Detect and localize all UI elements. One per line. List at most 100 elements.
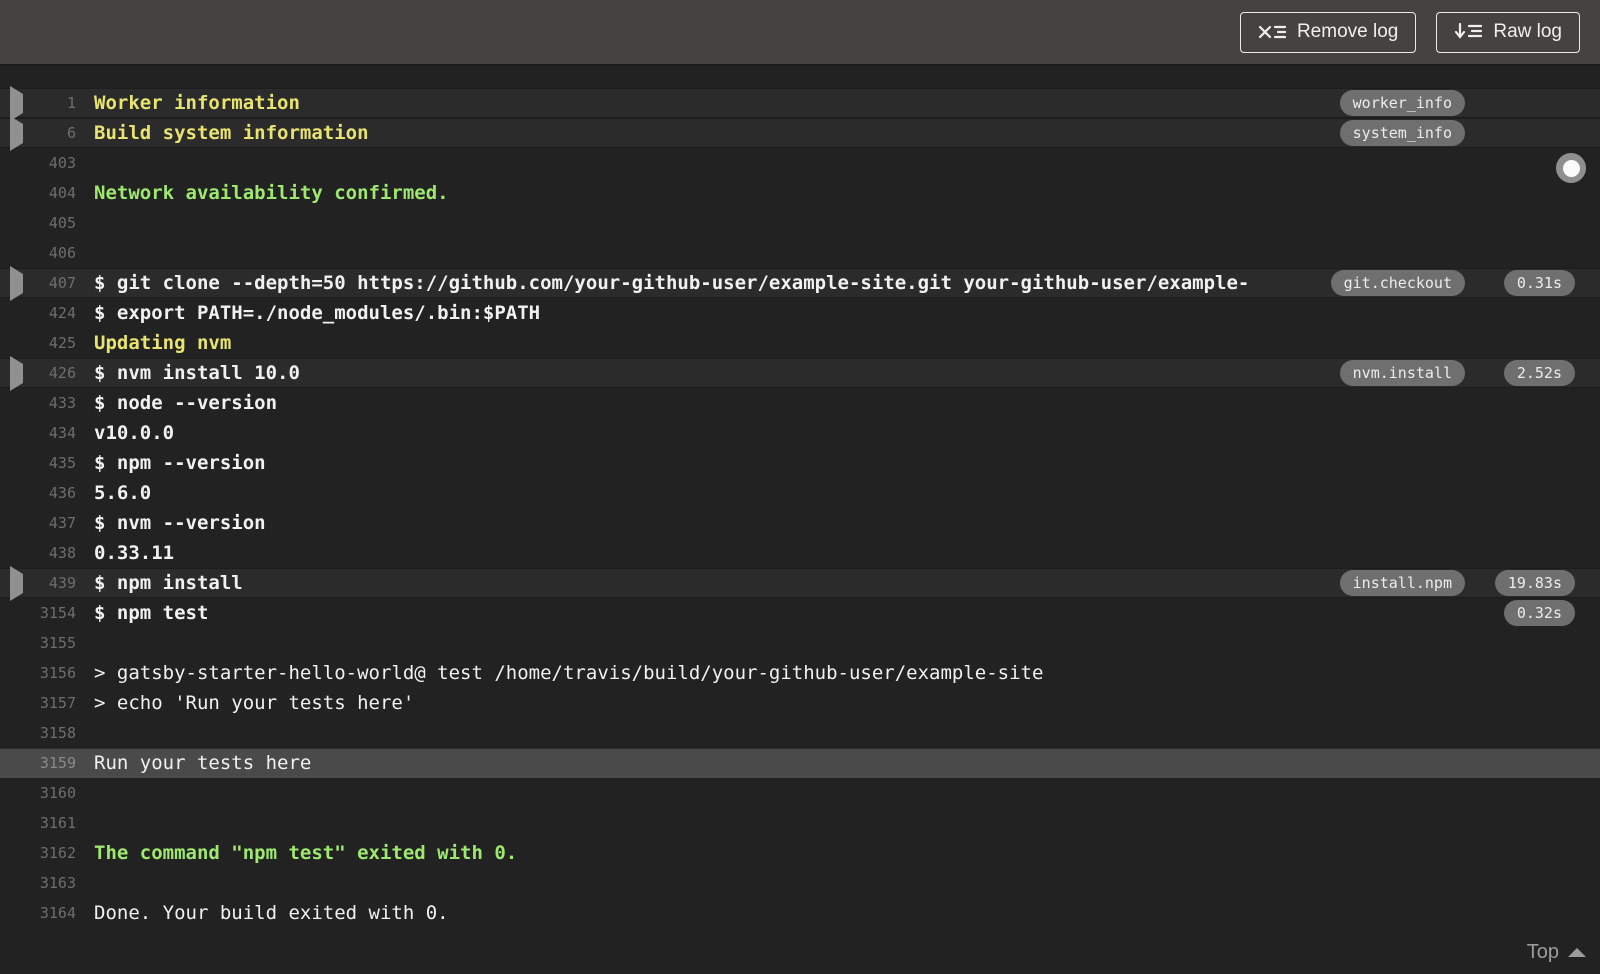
fold-toggle[interactable] bbox=[0, 184, 30, 203]
fold-toggle[interactable] bbox=[0, 634, 30, 653]
fold-toggle[interactable] bbox=[0, 334, 30, 353]
line-number[interactable]: 3156 bbox=[30, 664, 76, 682]
log-row: 3156 > gatsby-starter-hello-world@ test … bbox=[0, 658, 1600, 688]
fold-toggle[interactable] bbox=[0, 355, 30, 391]
log-line-text: Worker information bbox=[94, 92, 300, 114]
fold-toggle[interactable] bbox=[0, 844, 30, 863]
line-number[interactable]: 424 bbox=[30, 304, 76, 322]
log-row: 405 bbox=[0, 208, 1600, 238]
fold-toggle[interactable] bbox=[0, 694, 30, 713]
log-line-text: > gatsby-starter-hello-world@ test /home… bbox=[94, 662, 1044, 684]
fold-toggle[interactable] bbox=[0, 904, 30, 923]
line-number[interactable]: 406 bbox=[30, 244, 76, 262]
log-row: 1 Worker information worker_info bbox=[0, 85, 1600, 121]
log-row: 424 $ export PATH=./node_modules/.bin:$P… bbox=[0, 298, 1600, 328]
log-row: 433 $ node --version bbox=[0, 388, 1600, 418]
line-number[interactable]: 3162 bbox=[30, 844, 76, 862]
line-number[interactable]: 437 bbox=[30, 514, 76, 532]
log-row: 3154 $ npm test 0.32s bbox=[0, 598, 1600, 628]
fold-toggle[interactable] bbox=[0, 565, 30, 601]
log-row: 3157 > echo 'Run your tests here' bbox=[0, 688, 1600, 718]
raw-log-button[interactable]: Raw log bbox=[1436, 11, 1580, 53]
duration-badge: 0.32s bbox=[1503, 600, 1575, 626]
fold-toggle[interactable] bbox=[0, 514, 30, 533]
line-number[interactable]: 3158 bbox=[30, 724, 76, 742]
duration-slot: 0.32s bbox=[1495, 600, 1575, 626]
duration-badge: 0.31s bbox=[1503, 270, 1575, 296]
line-number[interactable]: 6 bbox=[30, 124, 76, 142]
log-row: 3162 The command "npm test" exited with … bbox=[0, 838, 1600, 868]
fold-tag-badge: worker_info bbox=[1339, 90, 1465, 116]
raw-log-label: Raw log bbox=[1493, 21, 1562, 42]
fold-toggle[interactable] bbox=[0, 664, 30, 683]
caret-right-icon bbox=[10, 115, 23, 151]
line-number[interactable]: 3154 bbox=[30, 604, 76, 622]
fold-toggle[interactable] bbox=[0, 484, 30, 503]
caret-right-icon bbox=[10, 265, 23, 301]
line-number[interactable]: 3161 bbox=[30, 814, 76, 832]
caret-up-icon bbox=[1568, 948, 1586, 957]
line-number[interactable]: 3159 bbox=[30, 754, 76, 772]
travis-log-page: { "toolbar": { "remove_log_label": "Remo… bbox=[0, 0, 1600, 974]
line-number[interactable]: 3155 bbox=[30, 634, 76, 652]
scroll-position-dot[interactable] bbox=[1556, 153, 1586, 183]
line-number[interactable]: 426 bbox=[30, 364, 76, 382]
line-number[interactable]: 3157 bbox=[30, 694, 76, 712]
line-number[interactable]: 405 bbox=[30, 214, 76, 232]
fold-toggle[interactable] bbox=[0, 454, 30, 473]
fold-toggle[interactable] bbox=[0, 544, 30, 563]
fold-toggle[interactable] bbox=[0, 85, 30, 121]
line-number[interactable]: 3160 bbox=[30, 784, 76, 802]
line-number[interactable]: 407 bbox=[30, 274, 76, 292]
fold-toggle[interactable] bbox=[0, 265, 30, 301]
fold-toggle[interactable] bbox=[0, 424, 30, 443]
fold-toggle[interactable] bbox=[0, 304, 30, 323]
log-line-text: $ npm --version bbox=[94, 452, 266, 474]
fold-toggle[interactable] bbox=[0, 724, 30, 743]
remove-log-button[interactable]: Remove log bbox=[1239, 11, 1417, 53]
line-number[interactable]: 433 bbox=[30, 394, 76, 412]
log-toolbar: Remove log Raw log bbox=[0, 0, 1600, 66]
line-number[interactable]: 3164 bbox=[30, 904, 76, 922]
log-line-text: Done. Your build exited with 0. bbox=[94, 902, 449, 924]
build-log: 1 Worker information worker_info 6 Build… bbox=[0, 66, 1600, 928]
line-number[interactable]: 403 bbox=[30, 154, 76, 172]
download-list-icon bbox=[1454, 22, 1483, 42]
log-row: 434 v10.0.0 bbox=[0, 418, 1600, 448]
scroll-to-top[interactable]: Top bbox=[1527, 941, 1586, 964]
fold-toggle[interactable] bbox=[0, 604, 30, 623]
log-row: 3159 Run your tests here bbox=[0, 748, 1600, 778]
fold-toggle[interactable] bbox=[0, 754, 30, 773]
line-number[interactable]: 434 bbox=[30, 424, 76, 442]
log-line-text: 5.6.0 bbox=[94, 482, 152, 504]
log-line-text: Network availability confirmed. bbox=[94, 182, 449, 204]
duration-badge: 2.52s bbox=[1503, 360, 1575, 386]
log-row: 3161 bbox=[0, 808, 1600, 838]
log-line-text: v10.0.0 bbox=[94, 422, 175, 444]
scroll-to-top-label: Top bbox=[1526, 941, 1559, 963]
fold-tag-badge: nvm.install bbox=[1339, 360, 1465, 386]
line-number[interactable]: 3163 bbox=[30, 874, 76, 892]
line-number[interactable]: 425 bbox=[30, 334, 76, 352]
fold-toggle[interactable] bbox=[0, 214, 30, 233]
line-number[interactable]: 435 bbox=[30, 454, 76, 472]
fold-toggle[interactable] bbox=[0, 874, 30, 893]
line-number[interactable]: 1 bbox=[30, 94, 76, 112]
line-number[interactable]: 439 bbox=[30, 574, 76, 592]
fold-toggle[interactable] bbox=[0, 154, 30, 173]
duration-badge: 19.83s bbox=[1494, 570, 1575, 596]
log-line-text: $ export PATH=./node_modules/.bin:$PATH bbox=[94, 302, 541, 324]
x-list-icon bbox=[1258, 23, 1286, 41]
log-line-text: $ node --version bbox=[94, 392, 278, 414]
fold-toggle[interactable] bbox=[0, 115, 30, 151]
fold-toggle[interactable] bbox=[0, 814, 30, 833]
fold-toggle[interactable] bbox=[0, 394, 30, 413]
log-row: 403 bbox=[0, 148, 1600, 178]
fold-toggle[interactable] bbox=[0, 784, 30, 803]
log-line-text: > echo 'Run your tests here' bbox=[94, 692, 415, 714]
line-number[interactable]: 436 bbox=[30, 484, 76, 502]
fold-toggle[interactable] bbox=[0, 244, 30, 263]
fold-tag-badge: system_info bbox=[1339, 120, 1465, 146]
line-number[interactable]: 404 bbox=[30, 184, 76, 202]
line-number[interactable]: 438 bbox=[30, 544, 76, 562]
